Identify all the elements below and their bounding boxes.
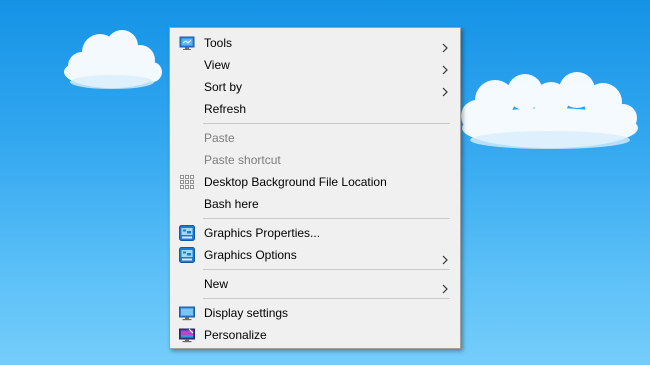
menu-separator [203, 218, 450, 219]
intel-graphics-icon [179, 247, 195, 263]
cloud-right [461, 72, 638, 149]
menu-item-label: Display settings [204, 306, 289, 320]
menu-item-view[interactable]: View [170, 54, 460, 76]
menu-item-label: Tools [204, 36, 233, 50]
chevron-right-icon [440, 279, 450, 294]
menu-separator [203, 123, 450, 124]
grid-icon [179, 174, 195, 190]
chevron-right-icon [440, 38, 450, 53]
menu-item-desktop-background-location[interactable]: Desktop Background File Location [170, 171, 460, 193]
intel-graphics-icon [179, 225, 195, 241]
menu-separator [203, 269, 450, 270]
menu-item-display-settings[interactable]: Display settings [170, 302, 460, 324]
menu-item-label: Desktop Background File Location [204, 175, 387, 189]
menu-item-label: Paste shortcut [204, 153, 281, 167]
monitor-icon [179, 35, 195, 51]
menu-separator [203, 298, 450, 299]
menu-item-label: Graphics Options [204, 248, 297, 262]
menu-item-label: Refresh [204, 102, 247, 116]
menu-item-label: Sort by [204, 80, 243, 94]
menu-item-paste: Paste [170, 127, 460, 149]
cloud-left [64, 30, 162, 89]
menu-item-personalize[interactable]: Personalize [170, 324, 460, 346]
menu-item-new[interactable]: New [170, 273, 460, 295]
personalize-icon [179, 327, 195, 343]
display-icon [179, 305, 195, 321]
chevron-right-icon [440, 60, 450, 75]
chevron-right-icon [440, 250, 450, 265]
menu-item-paste-shortcut: Paste shortcut [170, 149, 460, 171]
menu-item-label: Graphics Properties... [204, 226, 321, 240]
menu-item-bash-here[interactable]: Bash here [170, 193, 460, 215]
desktop-context-menu: Tools View Sort by Refresh Paste Paste s… [169, 27, 461, 349]
menu-item-graphics-options[interactable]: Graphics Options [170, 244, 460, 266]
menu-item-tools[interactable]: Tools [170, 32, 460, 54]
menu-item-refresh[interactable]: Refresh [170, 98, 460, 120]
menu-item-graphics-properties[interactable]: Graphics Properties... [170, 222, 460, 244]
menu-item-label: View [204, 58, 230, 72]
menu-item-label: Paste [204, 131, 235, 145]
menu-item-label: Personalize [204, 328, 267, 342]
chevron-right-icon [440, 82, 450, 97]
menu-item-sort-by[interactable]: Sort by [170, 76, 460, 98]
menu-item-label: Bash here [204, 197, 259, 211]
menu-item-label: New [204, 277, 229, 291]
